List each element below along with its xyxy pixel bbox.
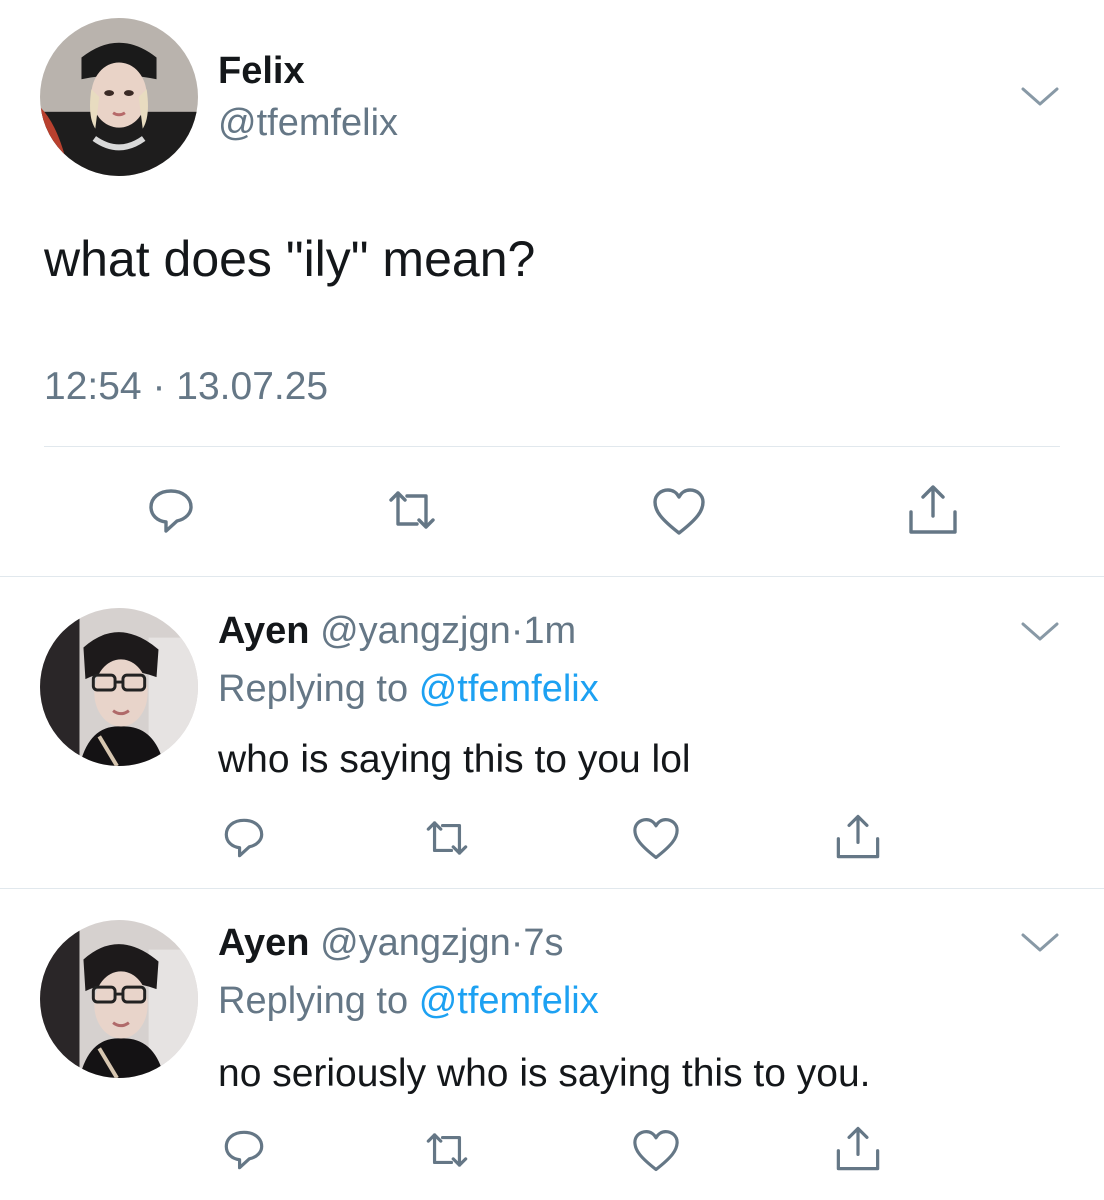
share-icon[interactable] [833, 812, 883, 862]
divider [0, 576, 1104, 577]
reply-avatar[interactable] [40, 608, 198, 766]
replying-to: Replying to @tfemfelix [218, 666, 599, 712]
reply-icon[interactable] [145, 485, 197, 537]
reply-menu-chevron-down-icon[interactable] [1020, 621, 1060, 643]
felix-avatar[interactable] [40, 18, 198, 176]
replying-to: Replying to @tfemfelix [218, 978, 599, 1024]
retweet-icon[interactable] [423, 1130, 471, 1170]
replying-label: Replying to [218, 980, 409, 1022]
reply-text: who is saying this to you lol [218, 738, 691, 781]
reply-handle[interactable]: @yangzjgn [320, 610, 511, 652]
replying-label: Replying to [218, 668, 409, 710]
reply-icon[interactable] [221, 1127, 267, 1173]
replying-mention[interactable]: @tfemfelix [419, 980, 599, 1022]
reply-text: no seriously who is saying this to you. [218, 1052, 871, 1095]
replying-mention[interactable]: @tfemfelix [419, 668, 599, 710]
divider [0, 888, 1104, 889]
meta-separator: · [152, 365, 166, 408]
reply-dot: · [510, 610, 524, 652]
reply-handle[interactable]: @yangzjgn [320, 922, 511, 964]
like-icon[interactable] [631, 1129, 681, 1173]
author-display-name[interactable]: Felix [218, 48, 305, 94]
reply-time[interactable]: 1m [523, 610, 576, 652]
tweet-timestamp[interactable]: 12:54 · 13.07.25 [44, 364, 328, 410]
author-handle[interactable]: @tfemfelix [218, 100, 398, 146]
reply-avatar[interactable] [40, 920, 198, 1078]
like-icon[interactable] [631, 817, 681, 861]
tweet-menu-chevron-down-icon[interactable] [1020, 86, 1060, 108]
reply-display-name[interactable]: Ayen [218, 610, 310, 652]
divider [44, 446, 1060, 447]
reply-icon[interactable] [221, 815, 267, 861]
tweet-date: 13.07.25 [176, 365, 329, 408]
like-icon[interactable] [651, 487, 707, 537]
reply-header: Ayen @yangzjgn·7s [218, 920, 564, 966]
share-icon[interactable] [905, 482, 961, 538]
retweet-icon[interactable] [385, 488, 439, 532]
reply-menu-chevron-down-icon[interactable] [1020, 932, 1060, 954]
tweet-text: what does "ily" mean? [44, 231, 536, 287]
share-icon[interactable] [833, 1124, 883, 1174]
reply-header: Ayen @yangzjgn·1m [218, 608, 576, 654]
reply-time[interactable]: 7s [523, 922, 563, 964]
retweet-icon[interactable] [423, 818, 471, 858]
tweet-time: 12:54 [44, 365, 142, 408]
reply-display-name[interactable]: Ayen [218, 922, 310, 964]
reply-dot: · [510, 922, 524, 964]
